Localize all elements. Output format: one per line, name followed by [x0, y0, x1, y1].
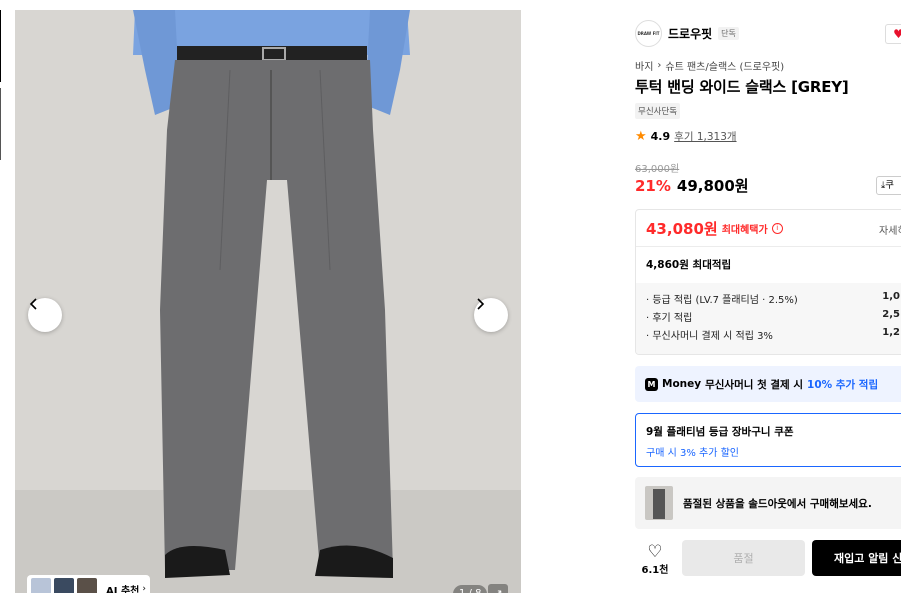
heart-icon: ♥ — [893, 27, 901, 41]
brand-tag: 단독 — [718, 27, 739, 40]
points-row: · 후기 적립 2,5 — [646, 309, 900, 327]
page-indicator: 1 / 8 — [453, 585, 488, 593]
max-benefit-row: 43,080원 최대혜택가 i — [646, 218, 783, 239]
points-title: 4,860원 최대적립 — [646, 259, 732, 271]
coupon-title: 9월 플래티넘 등급 장바구니 쿠폰 — [646, 426, 794, 438]
wish-count: 6.1천 — [641, 564, 669, 576]
money-text: 무신사머니 첫 결제 시 — [705, 378, 804, 391]
benefit-box: 43,080원 최대혜택가 i 자세히 4,860원 최대적립 · 등급 적립 … — [635, 209, 901, 355]
product-info-panel: DRAW FIT 드로우핏 단독 ♥ 바지 › 슈트 팬츠/슬랙스 (드로우핏)… — [621, 10, 901, 593]
chevron-right-icon: › — [657, 60, 662, 71]
ai-thumb-3 — [77, 578, 97, 593]
soldout-banner[interactable]: 품절된 상품을 솔드아웃에서 구매해보세요. — [635, 477, 901, 529]
points-row: · 등급 적립 (LV.7 플래티넘 · 2.5%) 1,0 — [646, 291, 900, 309]
info-icon[interactable]: i — [771, 223, 783, 234]
next-image-button[interactable] — [474, 298, 508, 332]
discount-rate: 21% — [635, 177, 671, 195]
product-photo — [15, 10, 521, 593]
restock-alert-button[interactable]: 재입고 알림 신 — [812, 540, 901, 576]
prev-image-button[interactable] — [28, 298, 62, 332]
rating-row: ★ 4.9 후기 1,313개 — [635, 129, 737, 144]
points-amount: 2,5 — [882, 309, 900, 320]
brand-row[interactable]: DRAW FIT 드로우핏 단독 — [635, 20, 739, 47]
points-amount: 1,0 — [882, 291, 900, 302]
points-label: · 등급 적립 (LV.7 플래티넘 · 2.5%) — [646, 295, 798, 306]
points-amount: 1,2 — [882, 327, 900, 338]
brand-logo[interactable]: DRAW FIT — [635, 20, 662, 47]
product-image-gallery: AI 추천 › 1 / 8 ↗ — [15, 10, 521, 593]
price-row: 21% 49,800원 — [635, 175, 749, 196]
points-label: · 후기 적립 — [646, 313, 693, 324]
chevron-left-icon — [29, 298, 37, 310]
points-row: · 무신사머니 결제 시 적립 3% 1,2 — [646, 327, 900, 345]
purchase-bar: ♡ 6.1천 품절 재입고 알림 신 — [635, 539, 901, 579]
ai-thumb-2 — [54, 578, 74, 593]
thumbnail-indicator[interactable] — [0, 88, 1, 160]
soldout-button: 품절 — [682, 540, 805, 576]
grade-coupon-box[interactable]: 9월 플래티넘 등급 장바구니 쿠폰 구매 시 3% 추가 할인 — [635, 413, 901, 467]
benefit-detail-link[interactable]: 자세히 — [879, 222, 901, 237]
brand-name[interactable]: 드로우핏 — [668, 25, 712, 42]
wishlist-button[interactable]: ♡ 6.1천 — [635, 543, 675, 576]
ai-recommend-chip[interactable]: AI 추천 › — [27, 575, 150, 593]
rating-score: 4.9 — [650, 130, 671, 143]
exclusive-badge: 무신사단독 — [635, 103, 681, 119]
heart-outline-icon: ♡ — [647, 541, 663, 562]
divider — [636, 246, 901, 247]
original-price: 63,000원 — [635, 164, 680, 175]
ai-chip-label: AI 추천 — [106, 585, 140, 593]
coupon-subtitle: 구매 시 3% 추가 할인 — [646, 448, 739, 459]
points-list: · 등급 적립 (LV.7 플래티넘 · 2.5%) 1,0 · 후기 적립 2… — [636, 283, 901, 354]
points-label: · 무신사머니 결제 시 적립 3% — [646, 331, 773, 342]
soldout-thumbnail — [645, 486, 673, 520]
sale-price: 49,800원 — [676, 177, 749, 195]
breadcrumb-category[interactable]: 바지 — [635, 58, 653, 73]
brand-like-button[interactable]: ♥ — [885, 24, 901, 44]
chevron-right-icon: › — [142, 584, 146, 593]
coupon-button-label: 쿠 — [885, 180, 894, 191]
breadcrumb-subcategory[interactable]: 슈트 팬츠/슬랙스 (드로우핏) — [665, 58, 784, 73]
star-icon: ★ — [635, 129, 647, 144]
ai-thumb-1 — [31, 578, 51, 593]
thumbnail-rail[interactable] — [0, 10, 2, 160]
coupon-download-button[interactable]: ⤓쿠 — [876, 176, 901, 195]
max-benefit-label: 최대혜택가 — [721, 225, 768, 236]
soldout-message: 품절된 상품을 솔드아웃에서 구매해보세요. — [683, 497, 872, 510]
max-benefit-price: 43,080원 — [646, 220, 718, 238]
musinsa-money-icon: M — [645, 377, 658, 391]
thumbnail-indicator-active[interactable] — [0, 10, 1, 82]
review-link[interactable]: 후기 1,313개 — [674, 129, 736, 144]
breadcrumb: 바지 › 슈트 팬츠/슬랙스 (드로우핏) — [635, 58, 784, 73]
money-accent: 10% 추가 적립 — [807, 378, 879, 391]
money-banner[interactable]: M Money 무신사머니 첫 결제 시 10% 추가 적립 — [635, 366, 901, 402]
money-brand: Money — [662, 378, 702, 390]
chevron-right-icon — [477, 298, 485, 310]
expand-icon[interactable]: ↗ — [488, 584, 508, 593]
product-title: 투턱 밴딩 와이드 슬랙스 [GREY] — [635, 78, 849, 96]
